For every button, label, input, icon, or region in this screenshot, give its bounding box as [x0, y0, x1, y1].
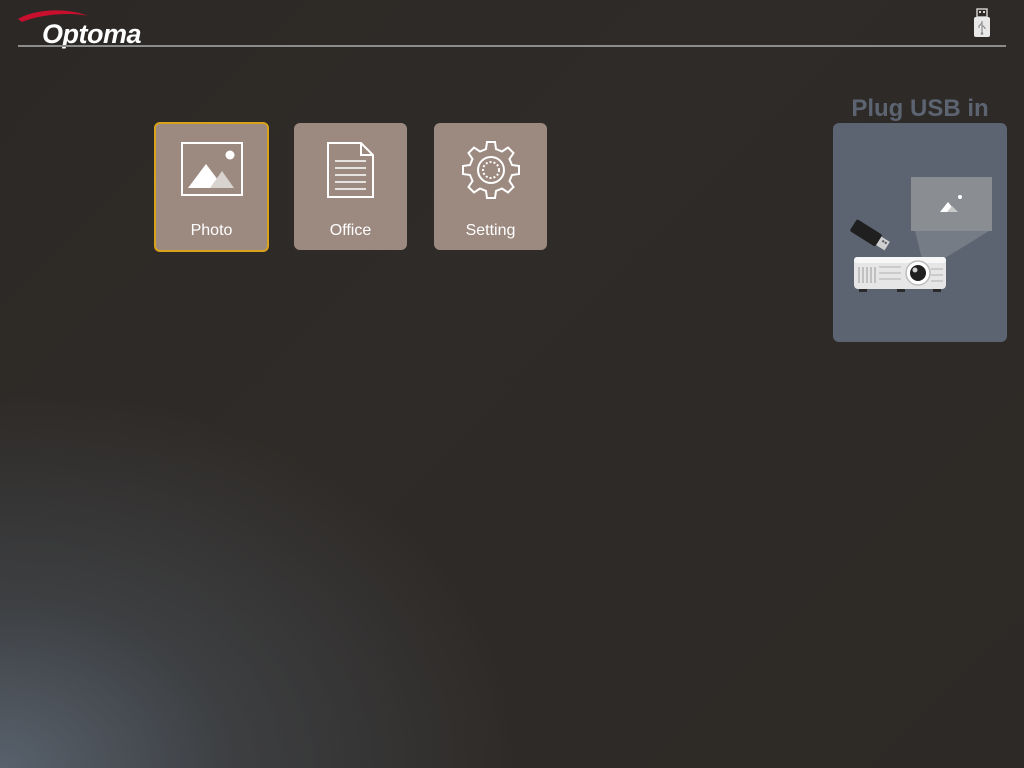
optoma-logo: Optoma	[16, 6, 156, 49]
image-icon	[156, 141, 267, 201]
setting-tile[interactable]: Setting	[434, 123, 547, 250]
gear-icon	[434, 141, 547, 201]
setting-label: Setting	[465, 222, 516, 239]
office-tile[interactable]: Office	[294, 123, 407, 250]
header-bar: Optoma	[0, 0, 1024, 50]
photo-label: Photo	[190, 222, 233, 239]
projector-with-usb-icon	[850, 177, 992, 292]
header-divider	[18, 45, 1006, 47]
photo-tile[interactable]: Photo	[154, 122, 269, 252]
usb-prompt-panel	[833, 123, 1007, 342]
office-label: Office	[329, 222, 372, 239]
document-icon	[294, 141, 407, 201]
usb-panel-title: Plug USB in	[851, 95, 989, 122]
usb-stick-icon	[972, 8, 992, 38]
